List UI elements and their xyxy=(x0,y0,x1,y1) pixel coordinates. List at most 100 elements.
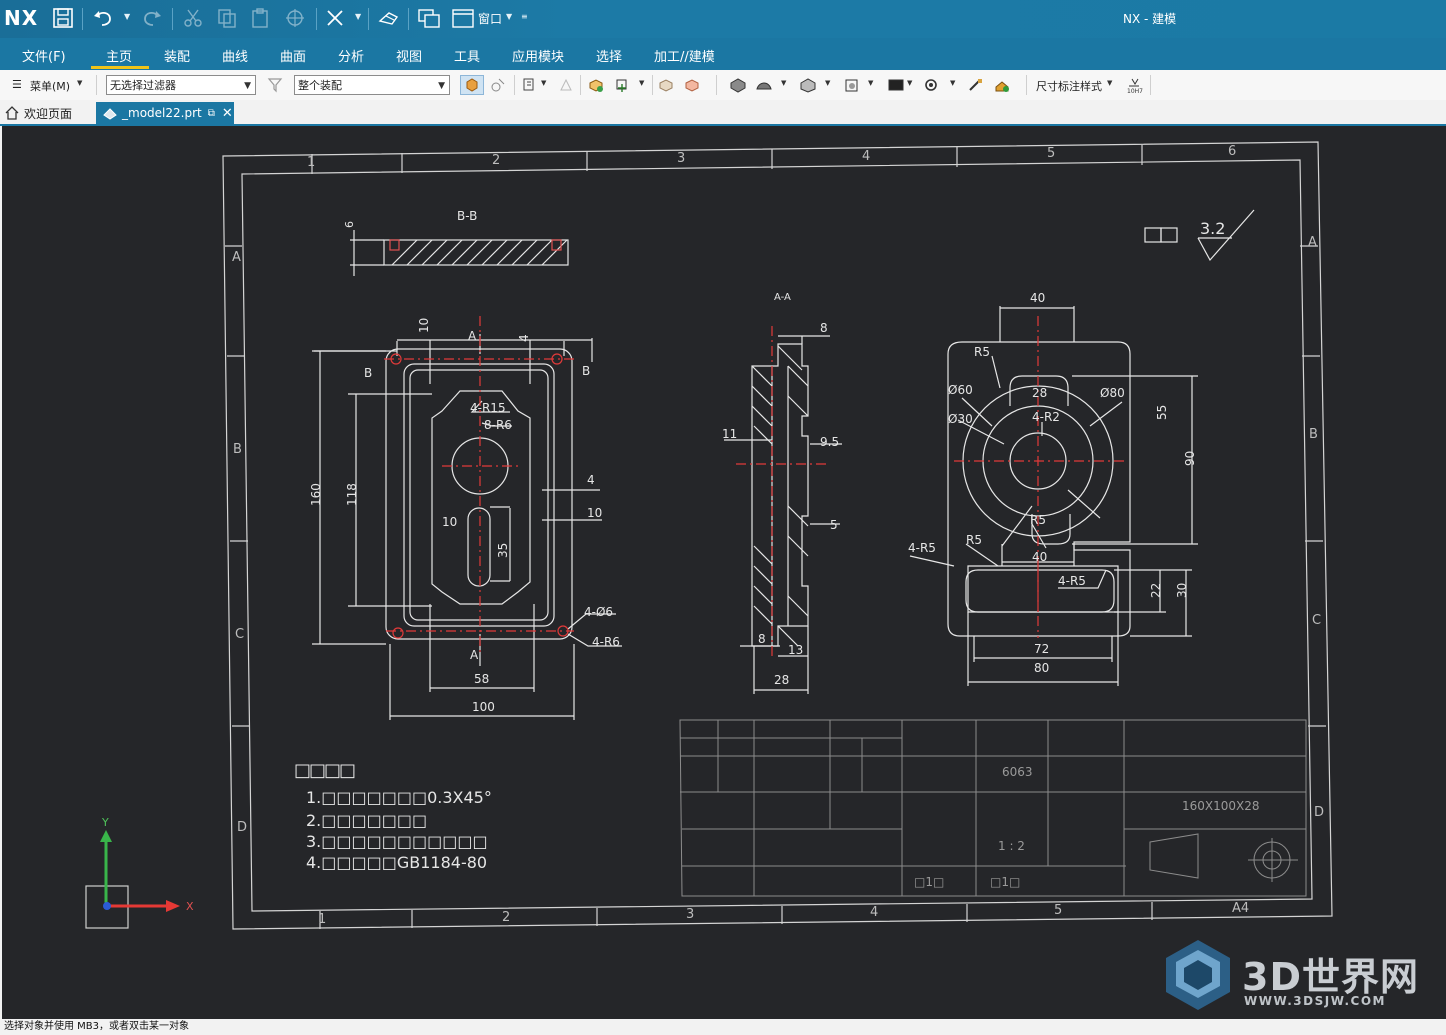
general-selection-caret-icon[interactable]: ▼ xyxy=(541,79,546,87)
select-face-icon[interactable] xyxy=(556,75,576,95)
tab-welcome-page[interactable]: 欢迎页面 xyxy=(4,103,72,123)
menu-button[interactable]: 菜单(M) xyxy=(30,78,70,94)
add-body-icon[interactable] xyxy=(586,75,606,95)
tolerance-icon[interactable]: 10H7 xyxy=(1124,75,1144,95)
tab-curve[interactable]: 曲线 xyxy=(222,46,248,65)
show-hide-icon[interactable] xyxy=(656,75,676,95)
selection-filter-dropdown[interactable]: 无选择过滤器 ▼ xyxy=(106,75,256,95)
customize-caret-icon[interactable]: ≡ xyxy=(521,12,528,21)
shaded-view-icon[interactable] xyxy=(728,75,748,95)
close-icon[interactable] xyxy=(322,6,348,30)
undo-caret-icon[interactable]: ▼ xyxy=(124,12,130,21)
zone-row-c: C xyxy=(235,627,244,642)
tab-machining-modeling[interactable]: 加工//建模 xyxy=(654,46,715,65)
tab-selection[interactable]: 选择 xyxy=(596,46,622,65)
hide-icon[interactable] xyxy=(682,75,702,95)
select-feature-icon[interactable] xyxy=(460,75,484,95)
tab-home[interactable]: 主页 xyxy=(106,46,132,65)
watermark-url: WWW.3DSJW.COM xyxy=(1244,994,1386,1008)
aa-dim-8-bottom: 8 xyxy=(758,632,766,646)
redo-icon[interactable] xyxy=(139,6,165,30)
zone-col-3-bottom: 3 xyxy=(686,907,694,922)
right-dim-55: 55 xyxy=(1155,405,1169,420)
right-dim-80: 80 xyxy=(1034,661,1049,675)
paste-icon[interactable] xyxy=(248,6,274,30)
title-block-sheet-b: □1□ xyxy=(990,875,1020,889)
nx-logo: NX xyxy=(4,6,39,30)
right-dim-4r2: 4-R2 xyxy=(1032,410,1060,424)
ribbon-tab-bar: 文件(F) 主页 装配 曲线 曲面 分析 视图 工具 应用模块 选择 加工//建… xyxy=(0,38,1446,70)
front-dim-10-top: 10 xyxy=(417,318,431,333)
zone-col-3: 3 xyxy=(677,151,685,166)
background-icon[interactable] xyxy=(886,75,906,95)
window-menu-caret-icon[interactable]: ▼ xyxy=(506,12,512,21)
aa-dim-5: 5 xyxy=(830,518,838,532)
menu-caret-icon[interactable]: ▼ xyxy=(77,79,82,87)
tab-applications[interactable]: 应用模块 xyxy=(512,46,564,65)
drawing-sheet: 1 2 3 4 5 6 A B C D A B C D 1 2 3 4 5 A4… xyxy=(85,141,1333,930)
window-icon[interactable] xyxy=(450,6,476,30)
selection-scope-value: 整个装配 xyxy=(298,79,342,92)
app-title: NX - 建模 xyxy=(1123,12,1177,26)
snap-icon[interactable] xyxy=(488,75,508,95)
layer-settings-caret-icon[interactable]: ▼ xyxy=(868,79,873,87)
model-icon[interactable] xyxy=(992,75,1012,95)
switch-window-icon[interactable] xyxy=(416,6,442,30)
title-block-material: 6063 xyxy=(1002,765,1033,779)
save-icon[interactable] xyxy=(50,6,76,30)
touch-mode-icon[interactable] xyxy=(376,6,402,30)
tab-view[interactable]: 视图 xyxy=(396,46,422,65)
filter-reset-icon[interactable] xyxy=(266,75,286,95)
right-dim-90: 90 xyxy=(1183,451,1197,466)
popout-icon[interactable]: ⧉ xyxy=(208,108,215,119)
background-caret-icon[interactable]: ▼ xyxy=(907,79,912,87)
window-menu[interactable]: 窗口 xyxy=(478,10,502,27)
selection-filter-value: 无选择过滤器 xyxy=(110,79,176,92)
render-style-icon[interactable] xyxy=(754,75,774,95)
tab-file[interactable]: 文件(F) xyxy=(22,46,66,65)
layer-settings-icon[interactable] xyxy=(842,75,862,95)
selection-toolbar: ☰ 菜单(M) ▼ 无选择过滤器 ▼ 整个装配 ▼ ▼ ▼ ▼ ▼ ▼ ▼ ▼ … xyxy=(0,70,1446,101)
tab-model-file[interactable]: _model22.prt ⧉ ✕ xyxy=(96,102,234,124)
point-snap-caret-icon[interactable]: ▼ xyxy=(639,79,644,87)
cut-icon[interactable] xyxy=(180,6,206,30)
notes-title: □□□□ xyxy=(294,760,355,781)
tab-tools[interactable]: 工具 xyxy=(454,46,480,65)
render-style-caret-icon[interactable]: ▼ xyxy=(781,79,786,87)
copy-icon[interactable] xyxy=(214,6,240,30)
point-snap-icon[interactable] xyxy=(612,75,632,95)
edit-object-display-caret-icon[interactable]: ▼ xyxy=(950,79,955,87)
dimension-style-caret-icon[interactable]: ▼ xyxy=(1107,79,1112,87)
dimension-style-dropdown[interactable]: 尺寸标注样式 xyxy=(1036,78,1102,94)
right-dim-28: 28 xyxy=(1032,386,1047,400)
graphics-window[interactable]: 1 2 3 4 5 6 A B C D A B C D 1 2 3 4 5 A4… xyxy=(2,126,1446,1019)
right-dim-r5-mid: R5 xyxy=(1030,513,1046,527)
close-caret-icon[interactable]: ▼ xyxy=(355,12,361,21)
general-selection-icon[interactable] xyxy=(520,75,540,95)
close-tab-icon[interactable]: ✕ xyxy=(222,106,233,121)
transform-icon[interactable] xyxy=(282,6,308,30)
right-dim-22: 22 xyxy=(1149,583,1163,598)
orient-view-icon[interactable] xyxy=(798,75,818,95)
orient-view-caret-icon[interactable]: ▼ xyxy=(825,79,830,87)
zone-row-a: A xyxy=(232,250,241,265)
part-file-icon xyxy=(103,108,117,120)
zone-row-c-right: C xyxy=(1312,613,1321,628)
tab-analysis[interactable]: 分析 xyxy=(338,46,364,65)
zone-col-4-bottom: 4 xyxy=(870,905,878,920)
undo-icon[interactable] xyxy=(90,6,116,30)
zone-row-b-right: B xyxy=(1309,427,1318,442)
watermark-title: 3D世界网 xyxy=(1242,955,1419,999)
right-dim-r5-top: R5 xyxy=(974,345,990,359)
view-triad[interactable]: Y X xyxy=(85,816,194,929)
menu-icon[interactable]: ☰ xyxy=(12,78,22,91)
edit-object-display-icon[interactable] xyxy=(922,75,942,95)
right-dim-d80: Ø80 xyxy=(1100,386,1125,400)
aa-dim-11: 11 xyxy=(722,427,737,441)
measure-icon[interactable] xyxy=(966,75,986,95)
selection-scope-dropdown[interactable]: 整个装配 ▼ xyxy=(294,75,450,95)
tab-surface[interactable]: 曲面 xyxy=(280,46,306,65)
right-dim-d30: Ø30 xyxy=(948,412,973,426)
tab-assembly[interactable]: 装配 xyxy=(164,46,190,65)
note-1: 1.□□□□□□□0.3X45° xyxy=(306,788,492,807)
